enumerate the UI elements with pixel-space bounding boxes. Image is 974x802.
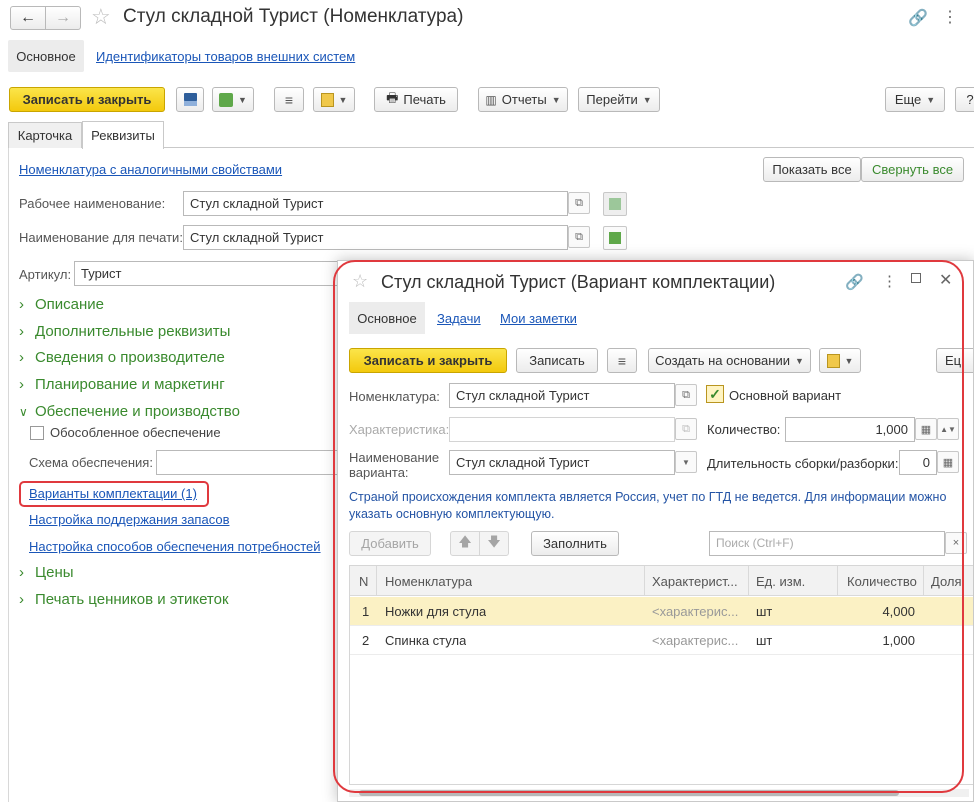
- tab-card[interactable]: Карточка: [8, 122, 82, 148]
- chevron-right-icon: ›: [19, 564, 24, 581]
- link-icon[interactable]: 🔗: [908, 8, 928, 28]
- caret-down-icon: ▼: [238, 94, 247, 105]
- caret-down-icon: ▼: [642, 94, 652, 105]
- supply-methods-link[interactable]: Настройка способов обеспечения потребнос…: [29, 539, 321, 554]
- create-based-button[interactable]: ▼: [212, 87, 254, 112]
- article-label: Артикул:: [19, 267, 72, 282]
- collapse-all-button[interactable]: Свернуть все: [861, 157, 964, 182]
- group-manufacturer[interactable]: › Сведения о производителе: [19, 349, 225, 366]
- nav-tab-external-ids[interactable]: Идентификаторы товаров внешних систем: [96, 49, 355, 64]
- working-name-field[interactable]: Стул складной Турист: [183, 191, 568, 216]
- star-icon[interactable]: ☆: [91, 4, 111, 30]
- group-price-tags[interactable]: › Печать ценников и этикеток: [19, 591, 229, 608]
- arrow-left-icon: ←: [20, 9, 36, 26]
- nav-tab-main[interactable]: Основное: [8, 40, 84, 72]
- supply-scheme-field[interactable]: [156, 450, 346, 475]
- chevron-right-icon: ›: [19, 323, 24, 340]
- save-icon-button[interactable]: [176, 87, 204, 112]
- collapse-all-label: Свернуть все: [871, 162, 954, 177]
- attach-button[interactable]: ▼: [313, 87, 355, 112]
- tab-requisites-label: Реквизиты: [91, 128, 155, 143]
- show-all-label: Показать все: [772, 162, 852, 177]
- chevron-right-icon: ›: [19, 349, 24, 366]
- floppy-icon: [183, 93, 197, 106]
- chevron-right-icon: ›: [19, 296, 24, 313]
- print-button[interactable]: 🖶 Печать: [374, 87, 458, 112]
- save-close-button[interactable]: Записать и закрыть: [9, 87, 165, 112]
- back-button[interactable]: ←: [10, 6, 46, 30]
- supply-scheme-label: Схема обеспечения:: [29, 455, 153, 470]
- print-label: Печать: [403, 92, 446, 107]
- chevron-right-icon: ›: [19, 591, 24, 608]
- dialog-highlight: [333, 260, 964, 793]
- create-based-icon: [219, 92, 234, 107]
- group-label: Печать ценников и этикеток: [35, 591, 229, 608]
- group-label: Планирование и маркетинг: [35, 376, 225, 393]
- tab-card-label: Карточка: [17, 128, 73, 143]
- group-label: Сведения о производителе: [35, 349, 225, 366]
- more-label: Еще: [894, 92, 922, 107]
- more-vert-icon[interactable]: ⋮: [942, 7, 958, 27]
- tab-requisites[interactable]: Реквизиты: [82, 121, 164, 149]
- help-button[interactable]: ?: [955, 87, 974, 112]
- separate-supply-label: Обособленное обеспечение: [50, 425, 221, 440]
- left-border: [8, 148, 9, 802]
- reports-label: Отчеты: [501, 92, 547, 107]
- chevron-down-icon: ∨: [19, 405, 28, 419]
- reports-icon: ▥: [485, 92, 497, 107]
- group-label: Обеспечение и производство: [35, 403, 240, 420]
- window-title: Стул складной Турист (Номенклатура): [123, 6, 464, 27]
- stock-support-link[interactable]: Настройка поддержания запасов: [29, 512, 229, 527]
- caret-down-icon: ▼: [551, 94, 561, 105]
- working-name-label: Рабочее наименование:: [19, 196, 166, 211]
- caret-down-icon: ▼: [926, 94, 936, 105]
- group-description[interactable]: › Описание: [19, 296, 104, 313]
- show-all-button[interactable]: Показать все: [763, 157, 861, 182]
- caret-down-icon: ▼: [338, 94, 348, 105]
- nav-tab-main-label: Основное: [16, 48, 76, 64]
- group-supply[interactable]: ∨ Обеспечение и производство: [19, 403, 240, 420]
- group-label: Цены: [35, 564, 74, 581]
- similar-properties-link[interactable]: Номенклатура с аналогичными свойствами: [19, 162, 282, 177]
- print-name-label: Наименование для печати:: [19, 230, 183, 245]
- go-button[interactable]: Перейти ▼: [578, 87, 660, 112]
- separate-supply-checkbox[interactable]: [30, 426, 44, 440]
- copy-green-icon: [609, 232, 621, 244]
- group-label: Описание: [35, 296, 105, 313]
- arrow-right-icon: →: [55, 9, 71, 26]
- more-button[interactable]: Еще ▼: [885, 87, 945, 112]
- article-field[interactable]: Турист: [74, 261, 344, 286]
- print-name-field[interactable]: Стул складной Турист: [183, 225, 568, 250]
- list-button[interactable]: ≡: [274, 87, 304, 112]
- group-label: Дополнительные реквизиты: [35, 323, 231, 340]
- open-icon[interactable]: ⧉: [568, 226, 590, 248]
- reports-button[interactable]: ▥ Отчеты ▼: [478, 87, 568, 112]
- documents-icon: [320, 92, 334, 107]
- copy-name-icon[interactable]: [603, 226, 627, 250]
- open-icon[interactable]: ⧉: [568, 192, 590, 214]
- group-prices[interactable]: › Цены: [19, 564, 74, 581]
- copy-green-icon: [609, 198, 621, 210]
- variants-link[interactable]: Варианты комплектации (1): [29, 486, 197, 501]
- help-label: ?: [966, 92, 974, 107]
- forward-button[interactable]: →: [45, 6, 81, 30]
- group-additional[interactable]: › Дополнительные реквизиты: [19, 323, 230, 340]
- save-close-label: Записать и закрыть: [22, 92, 152, 107]
- go-label: Перейти: [586, 92, 638, 107]
- list-icon: ≡: [284, 91, 294, 108]
- chevron-right-icon: ›: [19, 376, 24, 393]
- copy-name-icon[interactable]: [603, 192, 627, 216]
- printer-icon: 🖶: [386, 89, 399, 105]
- group-planning[interactable]: › Планирование и маркетинг: [19, 376, 225, 393]
